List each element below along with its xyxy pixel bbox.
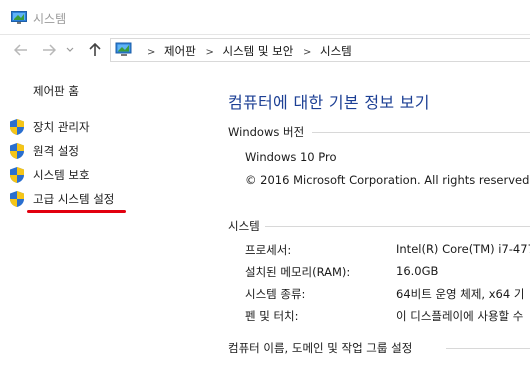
- forward-arrow-icon[interactable]: [40, 41, 58, 59]
- memory-label: 설치된 메모리(RAM):: [245, 265, 351, 279]
- sidebar-item-device-manager[interactable]: 장치 관리자: [9, 118, 90, 136]
- sidebar: 제어판 홈 장치 관리자 원격 설정 시스템 보호 고급 시스템 설정: [0, 68, 210, 367]
- recent-locations-chevron-icon[interactable]: [64, 41, 76, 59]
- address-bar[interactable]: > 제어판 > 시스템 및 보안 > 시스템: [110, 38, 530, 62]
- processor-label: 프로세서:: [245, 243, 292, 257]
- control-panel-home-link[interactable]: 제어판 홈: [33, 83, 79, 99]
- sidebar-item-label: 시스템 보호: [33, 168, 90, 182]
- memory-value: 16.0GB: [396, 264, 439, 278]
- sidebar-item-system-protection[interactable]: 시스템 보호: [9, 166, 90, 184]
- sidebar-item-label: 고급 시스템 설정: [33, 192, 115, 206]
- pen-touch-value: 이 디스플레이에 사용할 수: [396, 309, 524, 323]
- breadcrumb-item-system-security[interactable]: 시스템 및 보안: [223, 44, 294, 58]
- shield-icon: [10, 167, 24, 183]
- control-panel-icon: [115, 42, 135, 62]
- breadcrumb-item-control-panel[interactable]: 제어판: [164, 44, 196, 58]
- back-arrow-icon[interactable]: [12, 41, 30, 59]
- windows-edition-header: Windows 버전: [228, 125, 305, 139]
- shield-icon: [10, 119, 24, 135]
- system-monitor-icon: [11, 10, 27, 29]
- copyright-text: © 2016 Microsoft Corporation. All rights…: [245, 173, 530, 187]
- section-divider: [265, 226, 530, 227]
- sidebar-item-label: 장치 관리자: [33, 120, 90, 134]
- main-content: 컴퓨터에 대한 기본 정보 보기 Windows 버전 Windows 10 P…: [210, 68, 530, 367]
- system-type-label: 시스템 종류:: [245, 287, 306, 301]
- shield-icon: [10, 143, 24, 159]
- breadcrumb-item-system[interactable]: 시스템: [320, 44, 352, 58]
- windows-edition: Windows 10 Pro: [245, 150, 337, 164]
- sidebar-item-advanced-system-settings[interactable]: 고급 시스템 설정: [9, 190, 114, 208]
- computer-name-header: 컴퓨터 이름, 도메인 및 작업 그룹 설정: [228, 341, 413, 355]
- window-title: 시스템: [33, 12, 67, 26]
- title-bar: 시스템: [0, 0, 530, 35]
- breadcrumb: > 제어판 > 시스템 및 보안 > 시스템: [147, 44, 352, 58]
- processor-value: Intel(R) Core(TM) i7-4770: [396, 242, 530, 256]
- sidebar-item-label: 원격 설정: [33, 144, 79, 158]
- sidebar-item-remote-settings[interactable]: 원격 설정: [9, 142, 79, 160]
- pen-touch-label: 펜 및 터치:: [245, 309, 299, 323]
- section-divider: [446, 348, 530, 349]
- system-header: 시스템: [228, 219, 260, 233]
- page-title: 컴퓨터에 대한 기본 정보 보기: [228, 93, 430, 112]
- highlight-underline: [27, 210, 126, 213]
- navigation-bar: > 제어판 > 시스템 및 보안 > 시스템: [0, 35, 530, 67]
- system-type-value: 64비트 운영 체제, x64 기: [396, 287, 525, 301]
- up-arrow-icon[interactable]: [86, 41, 104, 59]
- shield-icon: [10, 191, 24, 207]
- section-divider: [312, 132, 530, 133]
